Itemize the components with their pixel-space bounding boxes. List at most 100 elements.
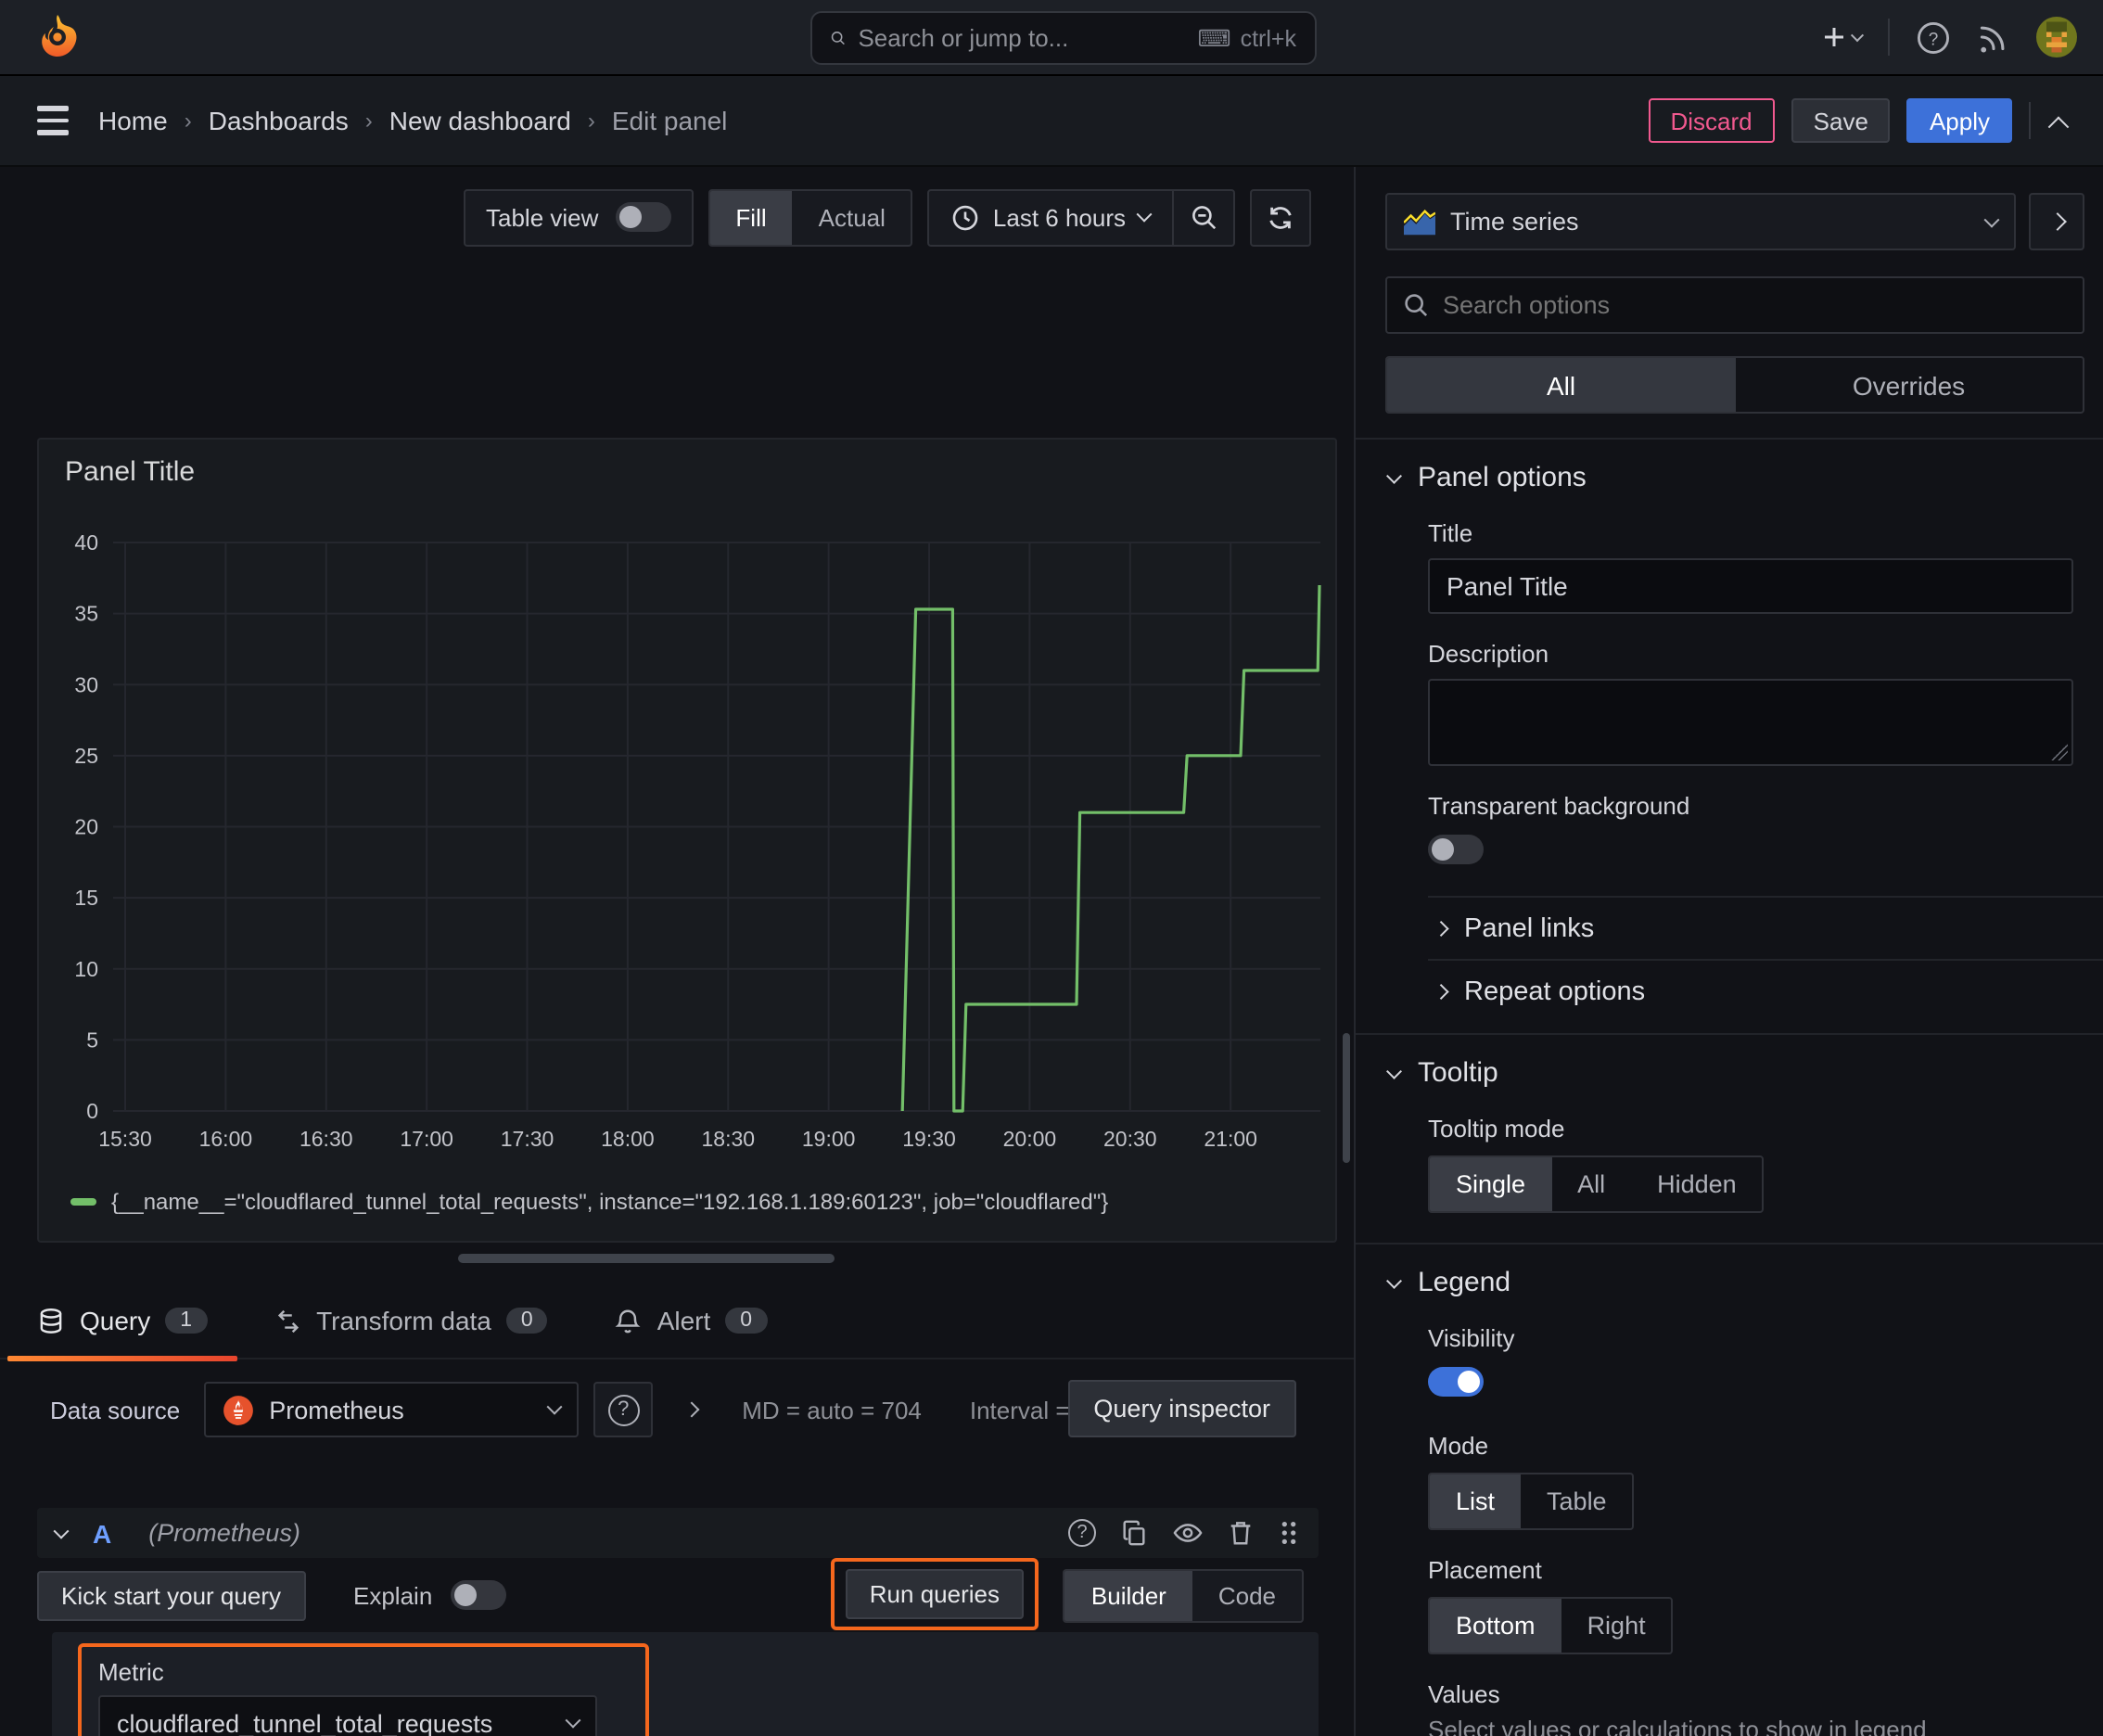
legend-mode-list[interactable]: List [1430,1474,1522,1528]
menu-toggle-icon[interactable] [37,106,69,135]
metric-select[interactable]: cloudflared_tunnel_total_requests [98,1695,597,1736]
query-help-icon[interactable]: ? [1068,1519,1096,1547]
query-inspector-button[interactable]: Query inspector [1067,1380,1296,1437]
table-view-toggle[interactable] [615,202,671,232]
grafana-logo[interactable] [33,13,82,61]
main-scrollbar[interactable] [1343,1033,1350,1163]
code-option[interactable]: Code [1192,1571,1302,1621]
fill-option[interactable]: Fill [709,190,793,244]
legend-placement-switch: Bottom Right [1428,1597,1674,1654]
run-queries-highlight: Run queries [830,1558,1039,1630]
svg-text:15:30: 15:30 [98,1127,152,1151]
add-menu-button[interactable] [1821,24,1865,50]
transparent-background-toggle[interactable] [1428,835,1484,864]
panel-links-section[interactable]: Panel links [1433,898,2073,959]
resize-handle[interactable] [458,1254,835,1263]
svg-text:20:30: 20:30 [1103,1127,1157,1151]
refresh-icon [1269,206,1292,228]
zoom-out-button[interactable] [1172,190,1233,244]
collapse-query-icon[interactable] [53,1522,70,1538]
options-search[interactable] [1385,276,2084,334]
resize-grip-icon[interactable] [2051,744,2068,760]
fill-actual-switch: Fill Actual [707,188,913,246]
edit-panel-main: Table view Fill Actual Last 6 hours Pane… [0,167,1356,1736]
tooltip-single-option[interactable]: Single [1430,1157,1552,1211]
panel-title-input[interactable] [1428,558,2073,614]
tab-transform[interactable]: Transform data 0 [244,1306,578,1358]
svg-text:25: 25 [74,744,98,768]
legend-mode-switch: List Table [1428,1473,1635,1530]
description-textarea[interactable] [1428,679,2073,766]
run-queries-button[interactable]: Run queries [845,1569,1024,1619]
query-tab-bar: Query 1 Transform data 0 Alert 0 [0,1285,1354,1361]
legend-values-hint: Select values or calculations to show in… [1428,1716,1927,1736]
svg-text:5: 5 [86,1028,98,1052]
tooltip-hidden-option[interactable]: Hidden [1631,1157,1763,1211]
explain-toggle[interactable] [451,1580,507,1610]
query-datasource-hint: (Prometheus) [148,1519,300,1547]
tab-overrides[interactable]: Overrides [1735,358,2083,412]
tab-all[interactable]: All [1387,358,1735,412]
duplicate-icon[interactable] [1120,1519,1148,1547]
legend-visibility-toggle[interactable] [1428,1367,1484,1397]
legend-placement-right[interactable]: Right [1561,1599,1672,1653]
options-search-input[interactable] [1443,291,2066,319]
tooltip-all-option[interactable]: All [1551,1157,1631,1211]
search-input[interactable] [858,24,1185,52]
panel-options-sidebar: Time series All Overrides [1356,167,2103,1736]
svg-text:10: 10 [74,957,98,981]
breadcrumb-new-dashboard[interactable]: New dashboard [389,106,571,135]
tab-transform-count: 0 [505,1308,548,1334]
svg-text:17:00: 17:00 [400,1127,453,1151]
legend-placement-bottom[interactable]: Bottom [1430,1599,1561,1653]
hide-response-icon[interactable] [1172,1519,1204,1547]
legend-values-label: Values [1428,1680,1500,1708]
drag-handle-icon[interactable] [1278,1519,1300,1547]
legend-mode-table[interactable]: Table [1521,1474,1633,1528]
panel-options-header[interactable]: Panel options [1356,440,2103,493]
datasource-name: Prometheus [269,1396,404,1423]
legend-header[interactable]: Legend [1356,1245,2103,1298]
datasource-label: Data source [50,1396,181,1423]
options-tabs: All Overrides [1385,356,2084,414]
tab-query[interactable]: Query 1 [7,1306,236,1361]
prometheus-icon [223,1395,254,1424]
news-button[interactable] [1977,20,2010,54]
series-legend-label: {__name__="cloudflared_tunnel_total_requ… [111,1189,1109,1215]
datasource-help-button[interactable]: ? [593,1382,654,1437]
plus-icon [1825,28,1843,46]
actual-option[interactable]: Actual [793,190,911,244]
chart-legend[interactable]: {__name__="cloudflared_tunnel_total_requ… [70,1189,1108,1215]
builder-code-switch: Builder Code [1063,1569,1304,1623]
global-search[interactable]: ⌨ ctrl+k [810,11,1317,65]
datasource-select[interactable]: Prometheus [204,1382,580,1437]
refresh-button[interactable] [1250,188,1311,246]
visualization-select[interactable]: Time series [1385,193,2016,250]
apply-button[interactable]: Apply [1906,98,2012,143]
repeat-options-section[interactable]: Repeat options [1433,961,2073,1022]
toggle-options-pane-button[interactable] [2029,193,2084,250]
expand-stats-icon[interactable] [683,1401,700,1418]
help-button[interactable]: ? [1916,19,1951,55]
search-icon [831,32,845,45]
user-avatar[interactable] [2036,17,2077,57]
breadcrumb-dashboards[interactable]: Dashboards [209,106,349,135]
time-range-button[interactable]: Last 6 hours [930,190,1172,244]
svg-text:19:30: 19:30 [902,1127,956,1151]
svg-text:35: 35 [74,602,98,626]
breadcrumb-home[interactable]: Home [98,106,168,135]
tab-alert[interactable]: Alert 0 [585,1306,797,1358]
collapse-icon[interactable] [2047,116,2070,138]
chart-panel: Panel Title 15:30 16:00 16:30 17:00 17:30 18:… [37,438,1337,1243]
svg-text:16:00: 16:00 [199,1127,253,1151]
legend-mode-label: Mode [1428,1432,1489,1460]
transform-icon [276,1308,299,1333]
trash-icon[interactable] [1228,1519,1254,1547]
query-row-header[interactable]: A (Prometheus) ? [37,1508,1319,1558]
metric-highlight: Metric cloudflared_tunnel_total_requests [78,1643,649,1736]
tooltip-header[interactable]: Tooltip [1356,1035,2103,1089]
builder-option[interactable]: Builder [1064,1571,1192,1621]
save-button[interactable]: Save [1791,98,1891,143]
kick-start-button[interactable]: Kick start your query [37,1570,305,1620]
discard-button[interactable]: Discard [1648,98,1775,143]
